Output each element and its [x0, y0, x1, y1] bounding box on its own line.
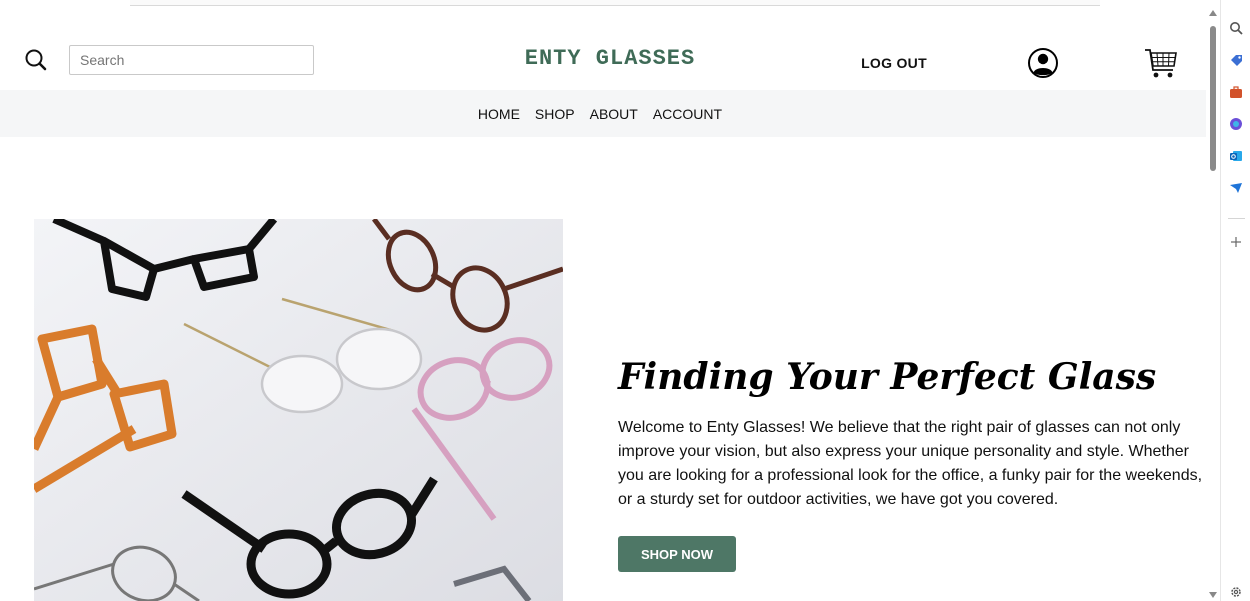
copilot-icon[interactable] — [1228, 116, 1244, 132]
nav-account[interactable]: ACCOUNT — [653, 106, 722, 122]
cart-icon[interactable] — [1143, 46, 1179, 80]
briefcase-icon[interactable] — [1228, 84, 1244, 100]
tag-icon[interactable] — [1228, 52, 1244, 68]
browser-sidebar — [1220, 0, 1250, 601]
settings-icon[interactable] — [1228, 584, 1244, 600]
search-icon[interactable] — [24, 48, 48, 72]
hero-title: Finding Your Perfect Glass — [618, 356, 1157, 398]
search-input[interactable] — [69, 45, 314, 75]
account-icon[interactable] — [1028, 48, 1058, 78]
brand-logo[interactable]: ENTY GLASSES — [460, 46, 760, 71]
sidebar-divider — [1228, 218, 1245, 219]
scroll-down-arrow[interactable] — [1209, 592, 1217, 598]
site-header: ENTY GLASSES LOG OUT — [0, 6, 1206, 90]
main-nav: HOME SHOP ABOUT ACCOUNT — [0, 90, 1206, 137]
nav-shop[interactable]: SHOP — [535, 106, 575, 122]
scroll-up-arrow[interactable] — [1209, 10, 1217, 16]
scroll-thumb[interactable] — [1210, 26, 1216, 171]
outlook-icon[interactable] — [1228, 148, 1244, 164]
hero-description: Welcome to Enty Glasses! We believe that… — [618, 419, 1203, 508]
add-icon[interactable] — [1228, 234, 1244, 250]
logout-link[interactable]: LOG OUT — [846, 55, 942, 71]
hero-glasses-image — [34, 219, 563, 601]
web-page: ENTY GLASSES LOG OUT HOME SHOP ABOUT ACC… — [0, 6, 1206, 601]
page-scrollbar[interactable] — [1206, 6, 1220, 601]
shop-now-button[interactable]: SHOP NOW — [618, 536, 736, 572]
nav-home[interactable]: HOME — [478, 106, 520, 122]
nav-about[interactable]: ABOUT — [590, 106, 638, 122]
send-icon[interactable] — [1228, 180, 1244, 196]
sidebar-search-icon[interactable] — [1228, 20, 1244, 36]
